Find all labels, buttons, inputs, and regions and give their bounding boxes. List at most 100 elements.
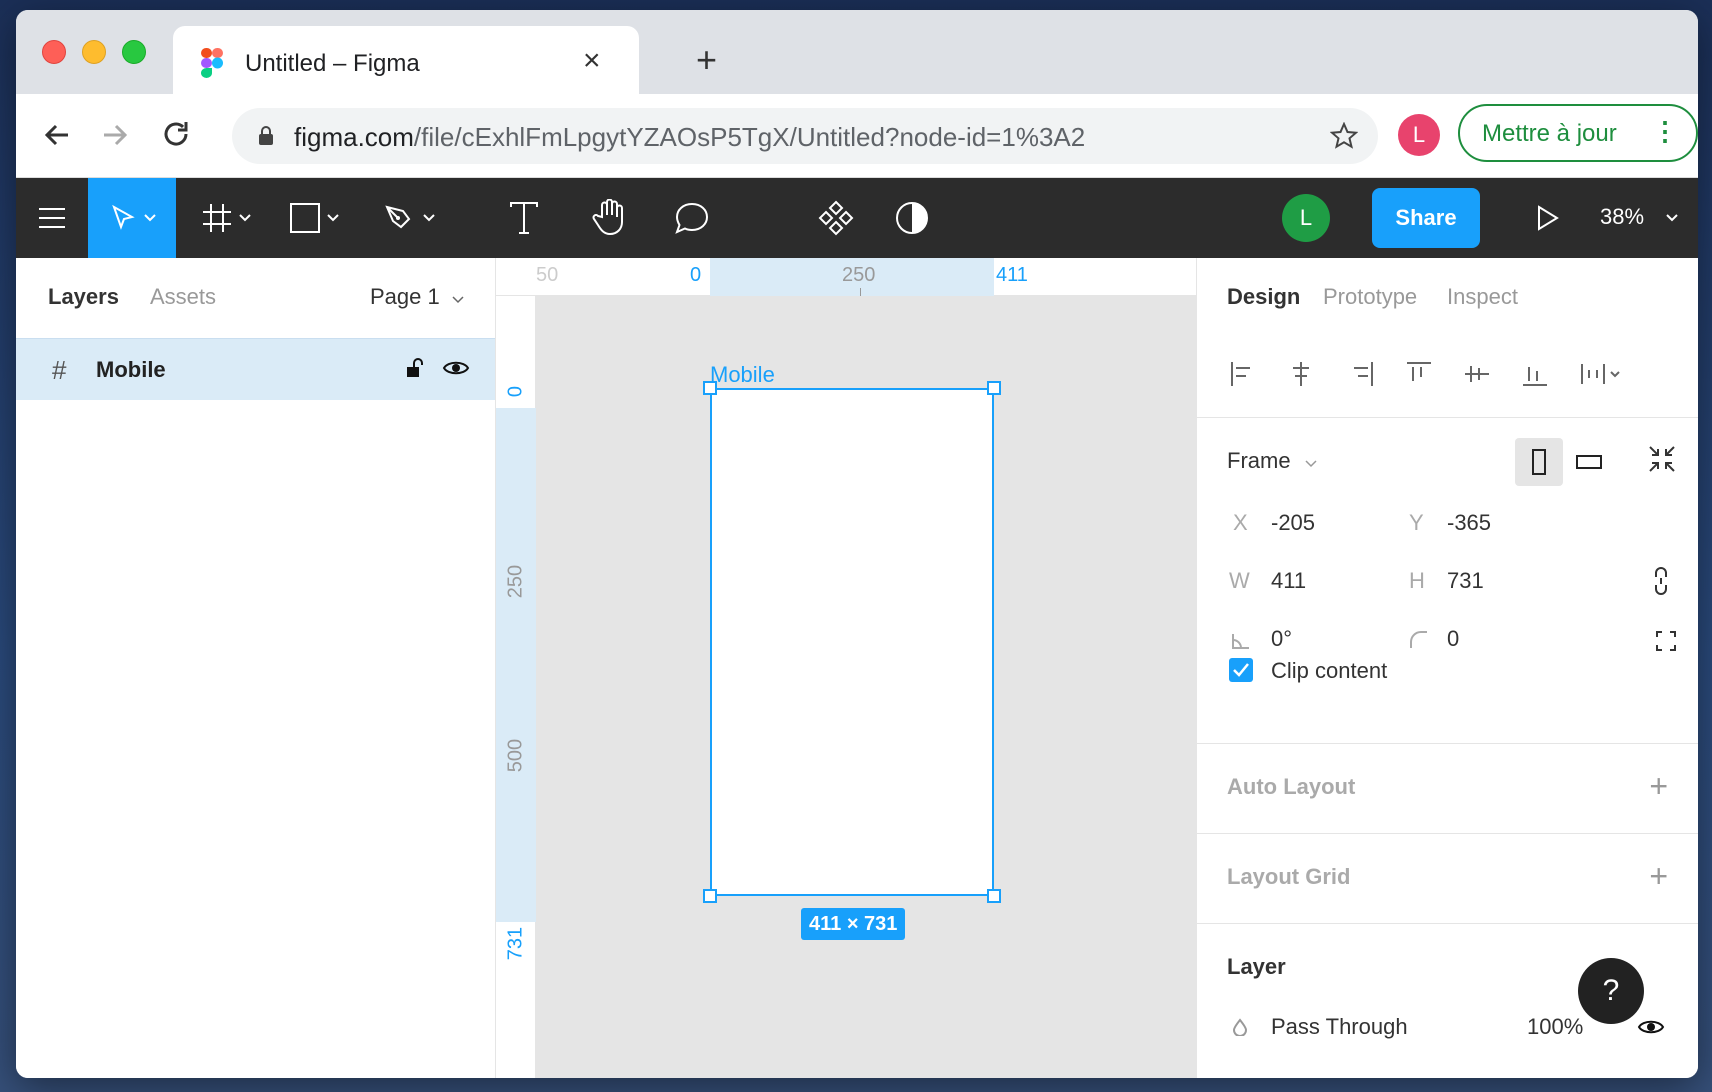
- mobile-frame[interactable]: [710, 388, 994, 896]
- independent-corners-icon[interactable]: [1655, 630, 1677, 652]
- landscape-orientation-button[interactable]: [1565, 438, 1613, 486]
- reload-icon[interactable]: [160, 118, 192, 150]
- constrain-proportions-icon[interactable]: [1653, 566, 1669, 596]
- height-input[interactable]: 731: [1447, 568, 1484, 594]
- user-avatar[interactable]: L: [1282, 194, 1330, 242]
- tab-prototype[interactable]: Prototype: [1323, 284, 1417, 310]
- minimize-window-button[interactable]: [82, 40, 106, 64]
- resize-to-fit-icon[interactable]: [1647, 444, 1677, 474]
- frame-tool-button[interactable]: [186, 178, 266, 258]
- bookmark-star-icon[interactable]: [1330, 122, 1358, 150]
- align-right-icon[interactable]: [1347, 360, 1375, 388]
- design-panel: Design Prototype Inspect Frame X -205 Y …: [1196, 258, 1698, 1078]
- figma-toolbar: L Share 38%: [16, 178, 1698, 258]
- update-label: Mettre à jour: [1482, 120, 1617, 147]
- portrait-orientation-button[interactable]: [1515, 438, 1563, 486]
- back-arrow-icon[interactable]: [42, 120, 72, 150]
- align-left-icon[interactable]: [1229, 360, 1257, 388]
- theme-toggle-button[interactable]: [880, 178, 944, 258]
- new-tab-icon[interactable]: +: [696, 42, 717, 78]
- frame-preset-dropdown[interactable]: Frame: [1227, 448, 1317, 474]
- chevron-down-icon: [327, 214, 339, 222]
- tab-layers[interactable]: Layers: [48, 284, 119, 310]
- chevron-down-icon: [144, 214, 156, 222]
- close-window-button[interactable]: [42, 40, 66, 64]
- horizontal-ruler: 50 0 250 411: [496, 258, 1196, 296]
- canvas[interactable]: 50 0 250 411 0 250 500 731 Mobile 411 × …: [496, 258, 1196, 1078]
- size-badge: 411 × 731: [801, 908, 906, 940]
- update-button[interactable]: Mettre à jour ⋮: [1458, 104, 1698, 162]
- unlock-icon[interactable]: [406, 357, 424, 379]
- ruler-tick-label: 731: [504, 926, 527, 961]
- layers-panel: Layers Assets Page 1 # Mobile: [16, 258, 496, 1078]
- y-input[interactable]: -365: [1447, 510, 1491, 536]
- add-auto-layout-icon[interactable]: +: [1649, 770, 1668, 802]
- x-input[interactable]: -205: [1271, 510, 1315, 536]
- address-bar[interactable]: figma.com/file/cExhlFmLpgytYZAOsP5TgX/Un…: [232, 108, 1378, 164]
- align-bottom-icon[interactable]: [1521, 360, 1549, 388]
- resize-handle-bottom-right[interactable]: [987, 889, 1001, 903]
- landscape-icon: [1576, 455, 1602, 469]
- zoom-level[interactable]: 38%: [1600, 204, 1644, 230]
- chevron-down-icon: [423, 214, 435, 222]
- frame-label[interactable]: Mobile: [710, 362, 775, 388]
- y-label: Y: [1409, 510, 1424, 535]
- lock-icon[interactable]: [258, 126, 274, 146]
- main-menu-icon[interactable]: [16, 178, 88, 258]
- url-text[interactable]: figma.com/file/cExhlFmLpgytYZAOsP5TgX/Un…: [294, 122, 1085, 153]
- distribute-icon[interactable]: [1579, 360, 1623, 388]
- blend-mode-dropdown[interactable]: Pass Through: [1271, 1014, 1408, 1040]
- tab-assets[interactable]: Assets: [150, 284, 216, 310]
- opacity-input[interactable]: 100%: [1527, 1014, 1583, 1040]
- page-selector[interactable]: Page 1: [370, 284, 464, 310]
- align-horizontal-center-icon[interactable]: [1287, 360, 1315, 388]
- forward-arrow-icon[interactable]: [100, 120, 130, 150]
- tab-strip: Untitled – Figma × +: [16, 10, 1698, 94]
- more-menu-icon[interactable]: ⋮: [1652, 116, 1678, 146]
- move-tool-button[interactable]: [88, 178, 176, 258]
- comment-tool-button[interactable]: [660, 178, 724, 258]
- rotation-icon: [1232, 634, 1249, 649]
- share-button[interactable]: Share: [1372, 188, 1480, 248]
- maximize-window-button[interactable]: [122, 40, 146, 64]
- present-button[interactable]: [1524, 178, 1572, 258]
- frame-tool-icon: [203, 204, 231, 232]
- align-vertical-center-icon[interactable]: [1463, 360, 1491, 388]
- chevron-down-icon: [239, 214, 251, 222]
- rotation-input[interactable]: 0°: [1271, 626, 1292, 652]
- tab-close-icon[interactable]: ×: [583, 46, 601, 76]
- frame-type-label: Frame: [1227, 448, 1291, 473]
- resize-handle-top-left[interactable]: [703, 381, 717, 395]
- portrait-icon: [1532, 449, 1546, 475]
- rectangle-tool-button[interactable]: [274, 178, 354, 258]
- help-button[interactable]: ?: [1578, 958, 1644, 1024]
- page-name: Page 1: [370, 284, 440, 309]
- eye-icon[interactable]: [1637, 1018, 1665, 1036]
- components-button[interactable]: [804, 178, 868, 258]
- eye-icon[interactable]: [442, 359, 470, 377]
- text-tool-button[interactable]: [492, 178, 556, 258]
- browser-window: Untitled – Figma × + figma.com/file/cExh…: [16, 10, 1698, 1078]
- tab-design[interactable]: Design: [1227, 284, 1300, 310]
- profile-avatar[interactable]: L: [1398, 114, 1440, 156]
- align-top-icon[interactable]: [1405, 360, 1433, 388]
- radius-input[interactable]: 0: [1447, 626, 1459, 652]
- width-input[interactable]: 411: [1271, 568, 1306, 594]
- rectangle-tool-icon: [290, 203, 320, 233]
- clip-content-checkbox[interactable]: [1229, 658, 1253, 682]
- chevron-down-icon[interactable]: [1666, 214, 1678, 222]
- hand-tool-button[interactable]: [578, 178, 642, 258]
- tab-inspect[interactable]: Inspect: [1447, 284, 1518, 310]
- figma-logo-icon: [201, 48, 223, 78]
- pen-tool-button[interactable]: [364, 178, 454, 258]
- resize-handle-top-right[interactable]: [987, 381, 1001, 395]
- text-tool-icon: [510, 202, 538, 234]
- w-label: W: [1229, 568, 1250, 593]
- ruler-tick-label: 250: [842, 264, 876, 286]
- browser-tab[interactable]: Untitled – Figma ×: [173, 26, 639, 94]
- layer-row-mobile[interactable]: # Mobile: [16, 338, 495, 400]
- url-host: figma.com: [294, 122, 414, 152]
- ruler-tick-label: 411: [996, 264, 1028, 286]
- resize-handle-bottom-left[interactable]: [703, 889, 717, 903]
- add-layout-grid-icon[interactable]: +: [1649, 860, 1668, 892]
